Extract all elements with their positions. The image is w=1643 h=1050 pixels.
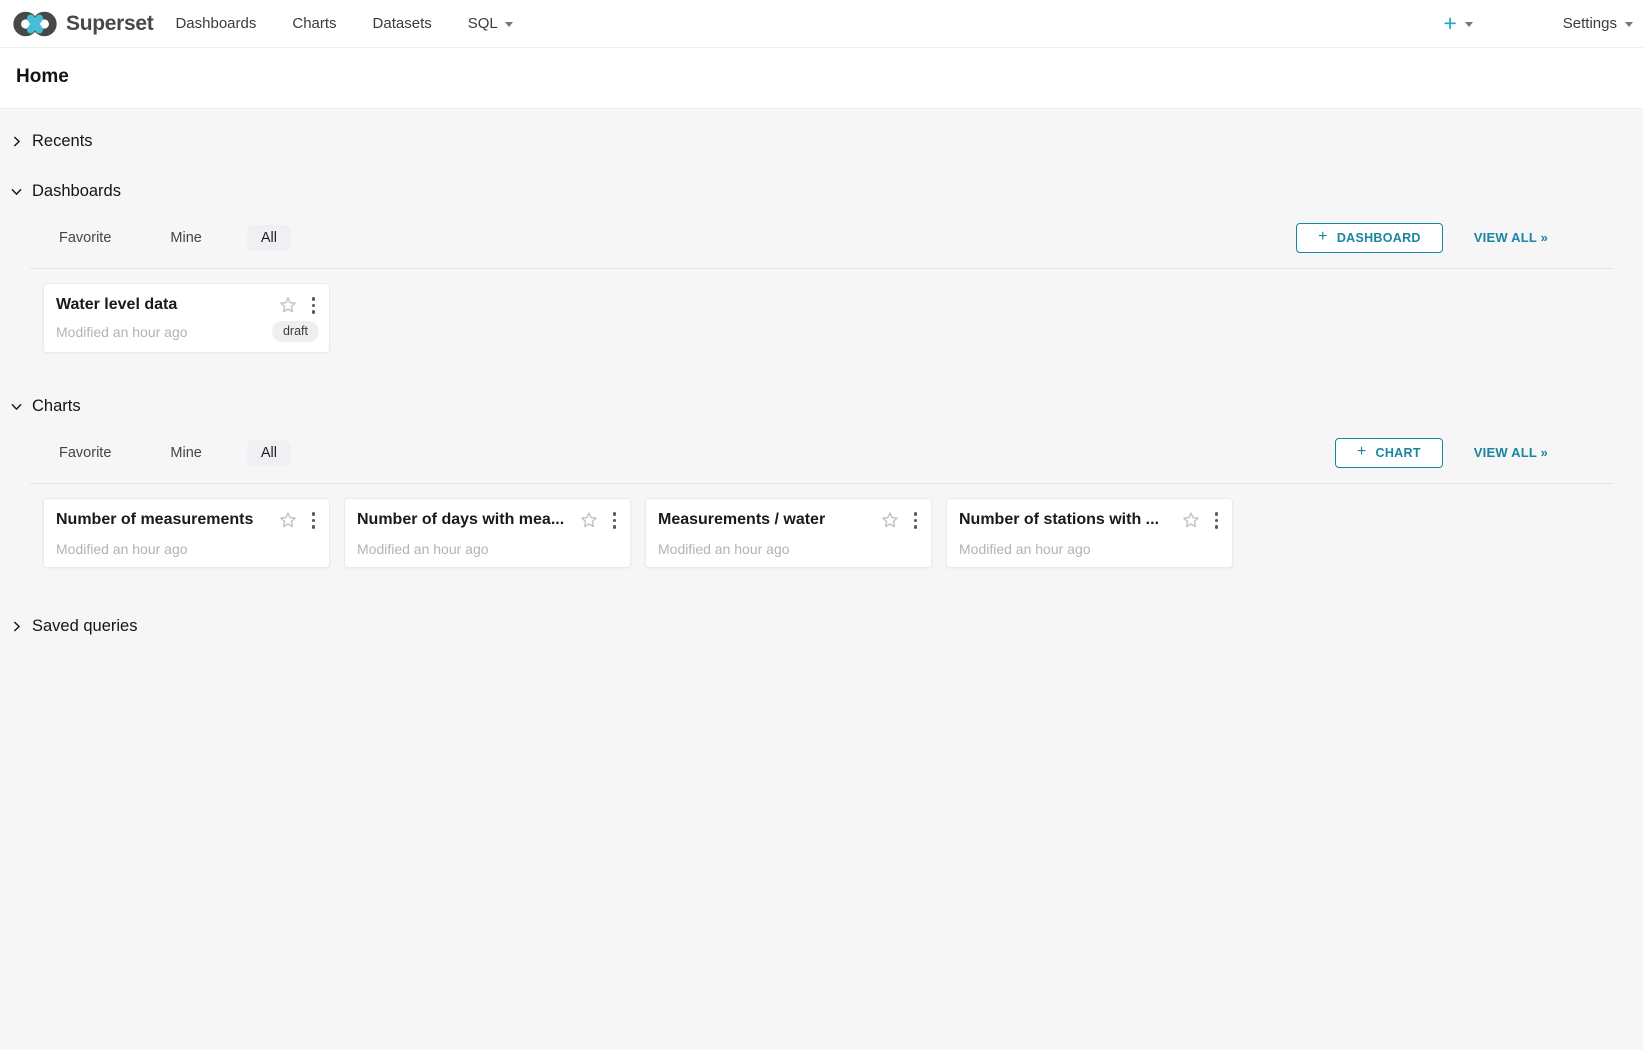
card-title[interactable]: Water level data	[56, 296, 270, 314]
chevron-down-icon	[1625, 22, 1633, 27]
charts-actions: + CHART VIEW ALL »	[1335, 438, 1643, 468]
new-chart-label: CHART	[1376, 446, 1421, 460]
dashboards-actions: + DASHBOARD VIEW ALL »	[1296, 223, 1643, 253]
new-dashboard-button[interactable]: + DASHBOARD	[1296, 223, 1443, 253]
chevron-down-icon	[1465, 22, 1473, 27]
section-recents: Recents	[0, 109, 1643, 151]
kebab-menu-icon[interactable]	[1211, 510, 1223, 531]
card-actions	[880, 510, 922, 531]
saved-queries-title: Saved queries	[32, 617, 138, 636]
charts-toggle[interactable]: Charts	[0, 397, 81, 416]
dashboards-card-row: Water level data Modified an hour ago dr…	[43, 283, 1643, 353]
favorite-star-icon[interactable]	[1181, 510, 1201, 530]
card-modified: Modified an hour ago	[56, 541, 188, 557]
dashboards-tabs: Favorite Mine All	[45, 225, 291, 251]
card-title[interactable]: Measurements / water	[658, 511, 872, 529]
recents-toggle[interactable]: Recents	[0, 132, 93, 151]
dashboards-view-all-link[interactable]: VIEW ALL »	[1474, 230, 1548, 245]
card-modified: Modified an hour ago	[959, 541, 1091, 557]
divider	[30, 483, 1614, 484]
brand-name: Superset	[66, 12, 153, 36]
dashboards-tab-mine[interactable]: Mine	[156, 225, 215, 251]
card-modified: Modified an hour ago	[658, 541, 790, 557]
chevron-right-icon	[10, 620, 23, 633]
card-actions	[278, 510, 320, 531]
recents-title: Recents	[32, 132, 93, 151]
charts-tab-all[interactable]: All	[247, 440, 291, 466]
nav-charts[interactable]: Charts	[292, 15, 336, 32]
superset-infinity-logo-icon	[12, 9, 58, 39]
chart-card[interactable]: Number of stations with ... Modified an …	[946, 498, 1233, 568]
kebab-menu-icon[interactable]	[308, 510, 320, 531]
favorite-star-icon[interactable]	[579, 510, 599, 530]
kebab-menu-icon[interactable]	[910, 510, 922, 531]
top-navbar: Superset Dashboards Charts Datasets SQL …	[0, 0, 1643, 48]
charts-tabs: Favorite Mine All	[45, 440, 291, 466]
chevron-down-icon	[505, 22, 513, 27]
kebab-menu-icon[interactable]	[609, 510, 621, 531]
chevron-down-icon	[10, 185, 23, 198]
charts-tab-favorite[interactable]: Favorite	[45, 440, 125, 466]
divider	[30, 268, 1614, 269]
dashboards-toggle[interactable]: Dashboards	[0, 182, 121, 201]
favorite-star-icon[interactable]	[278, 510, 298, 530]
chevron-right-icon	[10, 135, 23, 148]
settings-menu[interactable]: Settings	[1563, 15, 1633, 32]
chart-card[interactable]: Number of measurements Modified an hour …	[43, 498, 330, 568]
nav-dashboards[interactable]: Dashboards	[175, 15, 256, 32]
new-chart-button[interactable]: + CHART	[1335, 438, 1443, 468]
card-title[interactable]: Number of days with mea...	[357, 511, 571, 529]
charts-title: Charts	[32, 397, 81, 416]
plus-icon: +	[1443, 12, 1456, 35]
charts-card-row: Number of measurements Modified an hour …	[43, 498, 1643, 568]
nav-sql-label: SQL	[468, 15, 498, 32]
favorite-star-icon[interactable]	[880, 510, 900, 530]
chart-card[interactable]: Number of days with mea... Modified an h…	[344, 498, 631, 568]
favorite-star-icon[interactable]	[278, 295, 298, 315]
dashboards-tab-all[interactable]: All	[247, 225, 291, 251]
dashboards-submenu: Favorite Mine All + DASHBOARD VIEW ALL »	[0, 222, 1643, 253]
charts-view-all-link[interactable]: VIEW ALL »	[1474, 445, 1548, 460]
section-dashboards: Dashboards Favorite Mine All + DASHBOARD…	[0, 151, 1643, 353]
dashboards-tab-favorite[interactable]: Favorite	[45, 225, 125, 251]
card-actions	[278, 295, 320, 316]
card-modified: Modified an hour ago	[56, 324, 188, 340]
plus-icon: +	[1357, 443, 1367, 461]
card-actions	[579, 510, 621, 531]
kebab-menu-icon[interactable]	[308, 295, 320, 316]
new-dashboard-label: DASHBOARD	[1337, 231, 1421, 245]
card-modified: Modified an hour ago	[357, 541, 489, 557]
page-title: Home	[16, 66, 1627, 88]
main-nav: Dashboards Charts Datasets SQL	[175, 15, 512, 32]
nav-datasets[interactable]: Datasets	[373, 15, 432, 32]
chart-card[interactable]: Measurements / water Modified an hour ag…	[645, 498, 932, 568]
saved-queries-toggle[interactable]: Saved queries	[0, 617, 138, 636]
section-charts: Charts Favorite Mine All + CHART VIEW AL…	[0, 353, 1643, 568]
charts-tab-mine[interactable]: Mine	[156, 440, 215, 466]
superset-logo[interactable]: Superset	[12, 9, 153, 39]
nav-sql-menu[interactable]: SQL	[468, 15, 513, 32]
settings-label: Settings	[1563, 15, 1617, 32]
card-title[interactable]: Number of measurements	[56, 511, 270, 529]
card-title[interactable]: Number of stations with ...	[959, 511, 1173, 529]
new-item-menu[interactable]: +	[1443, 12, 1472, 35]
dashboards-title: Dashboards	[32, 182, 121, 201]
page-titlebar: Home	[0, 48, 1643, 109]
section-saved-queries: Saved queries	[0, 568, 1643, 636]
plus-icon: +	[1318, 228, 1328, 246]
chevron-down-icon	[10, 400, 23, 413]
dashboard-card[interactable]: Water level data Modified an hour ago dr…	[43, 283, 330, 353]
navbar-right: + Settings	[1443, 12, 1635, 35]
charts-submenu: Favorite Mine All + CHART VIEW ALL »	[0, 437, 1643, 468]
home-content: Recents Dashboards Favorite Mine All + D…	[0, 109, 1643, 1050]
status-badge: draft	[272, 321, 319, 342]
card-actions	[1181, 510, 1223, 531]
